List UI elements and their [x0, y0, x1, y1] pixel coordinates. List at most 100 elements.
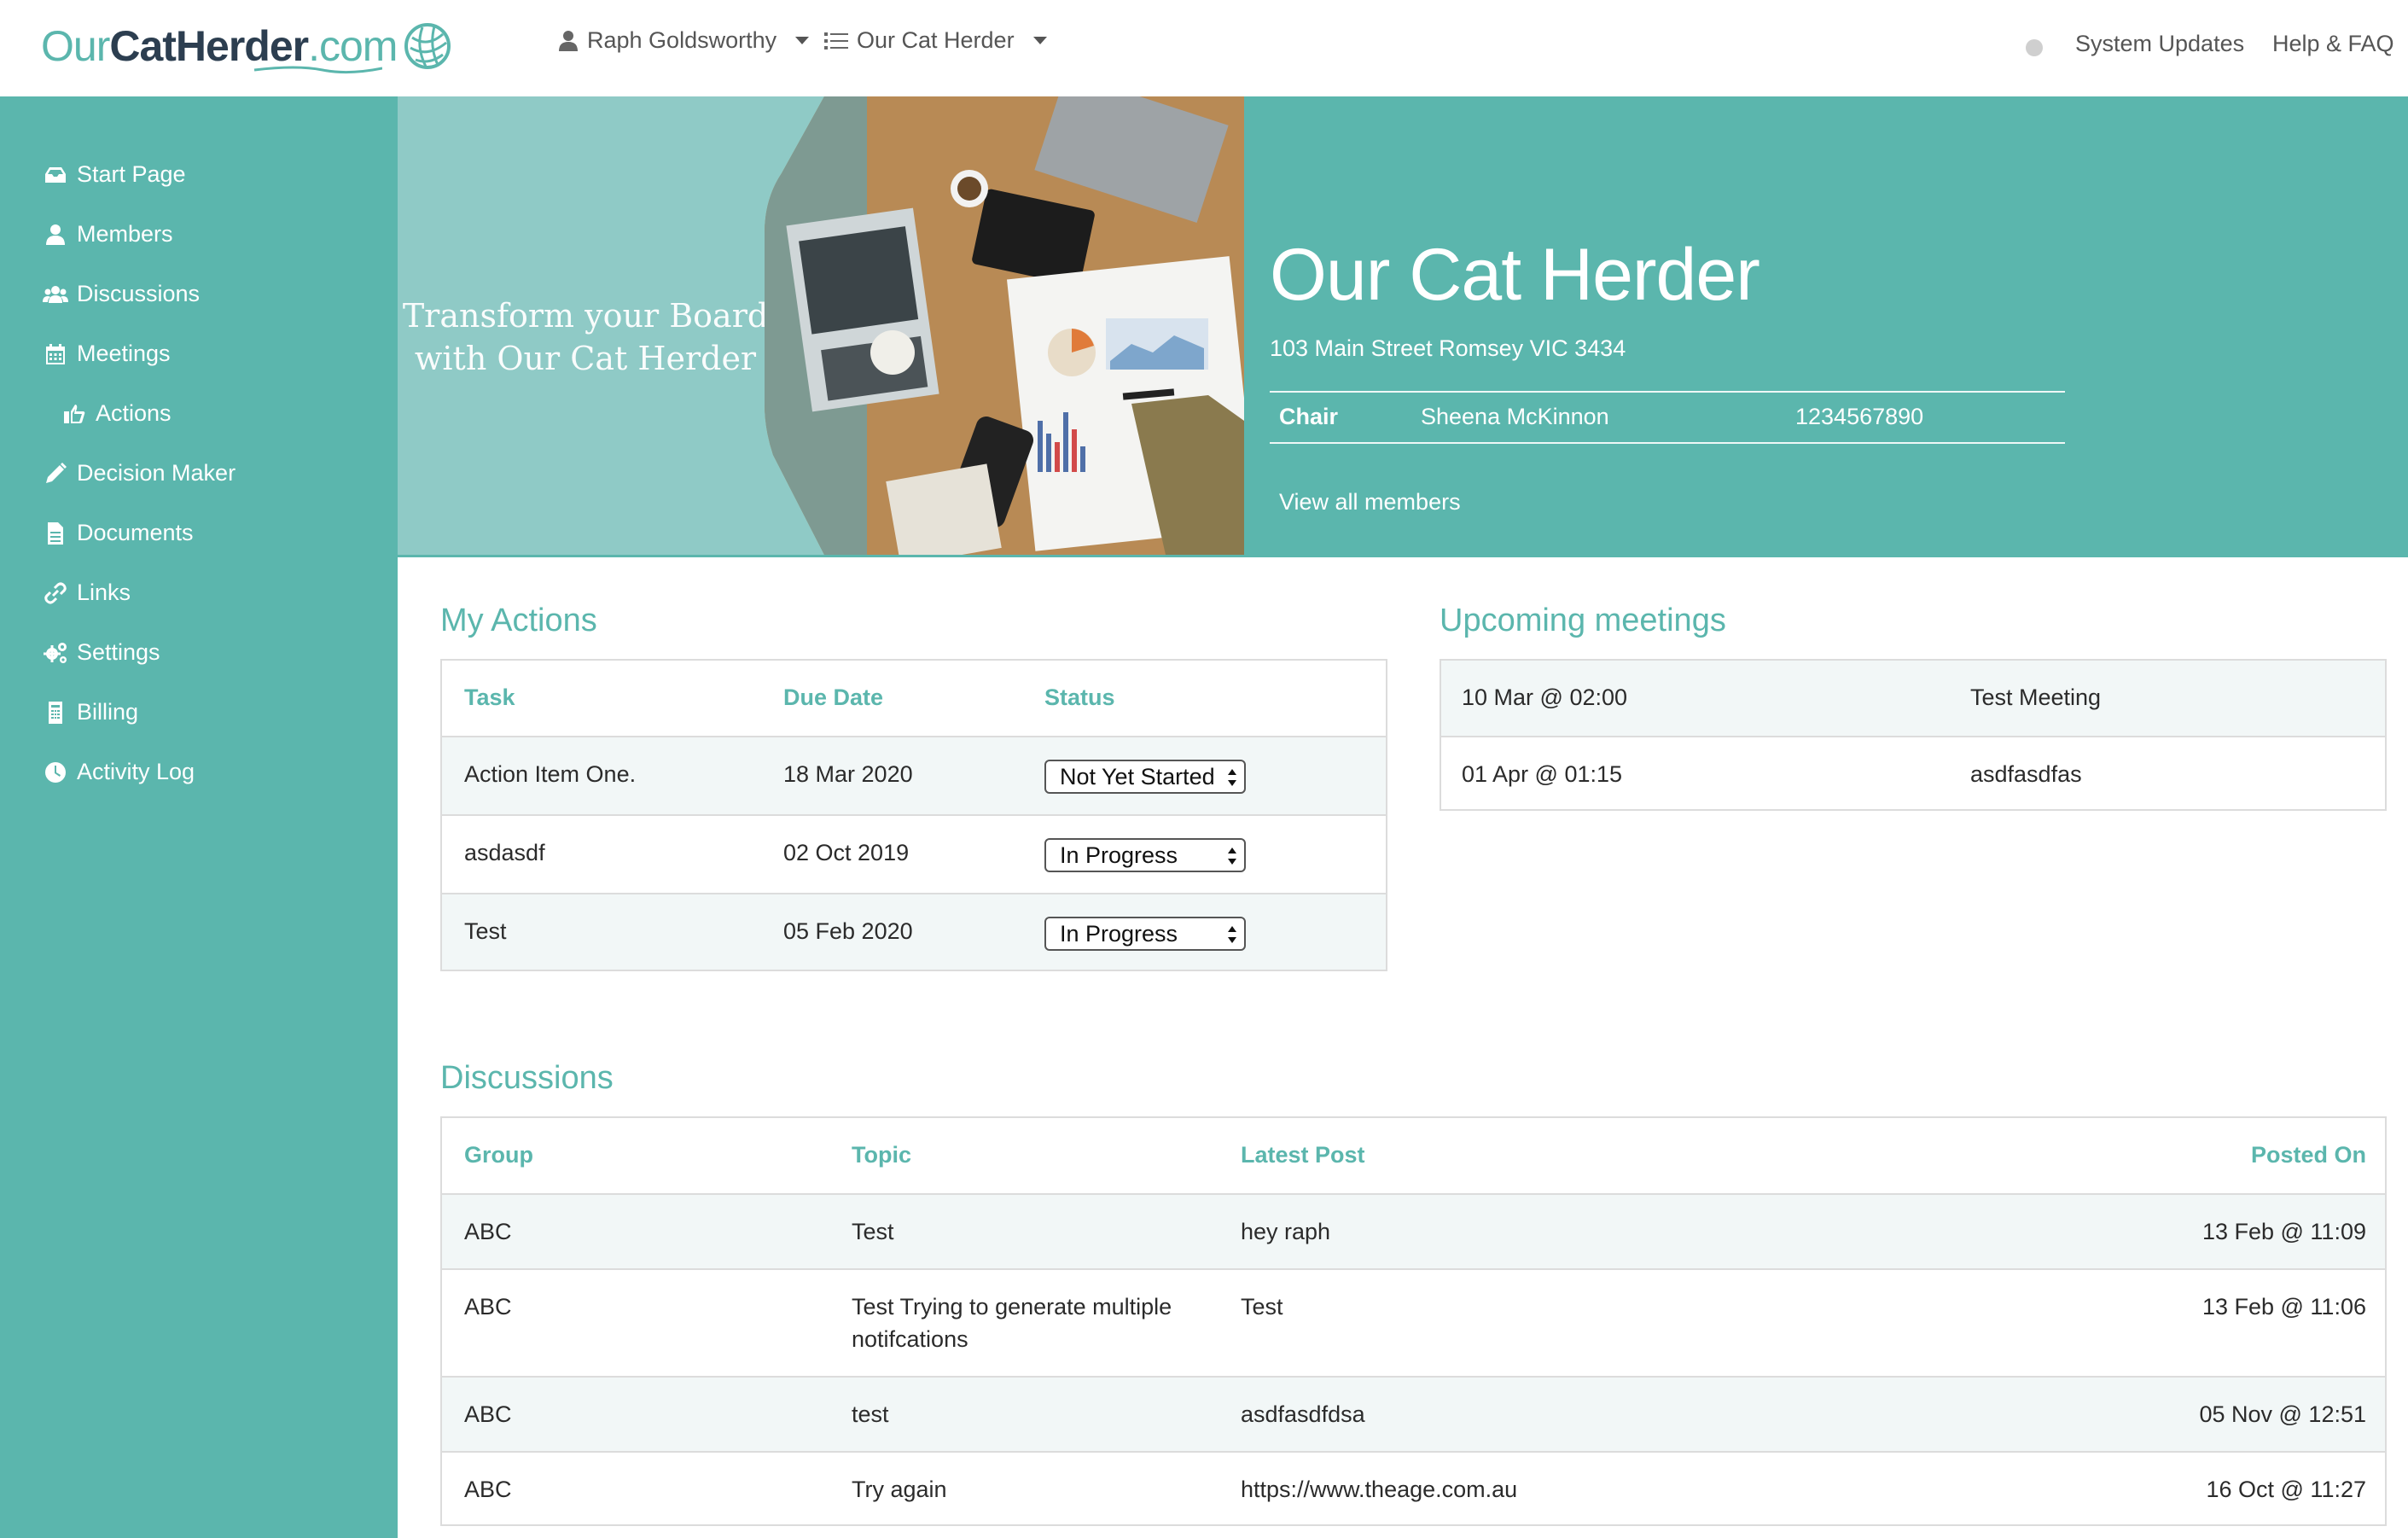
column-header-latest-post: Latest Post: [1241, 1142, 1365, 1168]
sidebar-item-activity-log[interactable]: Activity Log: [43, 759, 195, 785]
select-arrows-icon: [1228, 848, 1236, 865]
user-menu-dropdown[interactable]: Raph Goldsworthy: [558, 27, 810, 54]
discussion-topic[interactable]: Test Trying to generate multiple notifca…: [852, 1290, 1210, 1355]
sidebar-item-meetings[interactable]: Meetings: [43, 341, 171, 367]
chair-phone: 1234567890: [1795, 404, 1924, 429]
discussion-posted-on: 16 Oct @ 11:27: [2206, 1477, 2366, 1502]
top-navbar: Our CatHerder .com Raph Goldsworthy Our Ca…: [0, 0, 2408, 96]
system-updates-link[interactable]: System Updates: [2075, 31, 2244, 57]
chevron-down-icon: [795, 37, 810, 44]
sidebar: Start Page Members Discussions Meetings …: [0, 96, 398, 1538]
organisation-address: 103 Main Street Romsey VIC 3434: [1270, 335, 1626, 361]
user-icon: [46, 224, 65, 245]
yarn-ball-icon: [404, 23, 451, 69]
sidebar-item-decision-maker[interactable]: Decision Maker: [43, 460, 236, 486]
column-header-status: Status: [1044, 685, 1115, 710]
org-menu-dropdown[interactable]: Our Cat Herder: [824, 27, 1047, 54]
discussion-latest-post[interactable]: https://www.theage.com.au: [1241, 1473, 1517, 1506]
hero-tagline: Transform your Board with Our Cat Herder: [402, 297, 769, 377]
hero-banner-image: Transform your Board with Our Cat Herder: [398, 96, 1244, 555]
table-row[interactable]: 01 Apr @ 01:15 asdfasdfas: [1441, 736, 2385, 809]
discussions-table: Group Topic Latest Post Posted On ABC Te…: [440, 1116, 2387, 1526]
discussion-topic[interactable]: Test: [852, 1215, 894, 1248]
status-select-value: In Progress: [1060, 842, 1178, 868]
divider: [1270, 391, 2065, 393]
clock-icon: [45, 761, 66, 783]
sidebar-item-label: Decision Maker: [77, 460, 236, 486]
table-row[interactable]: asdasdf 02 Oct 2019 In Progress: [442, 814, 1386, 893]
table-row[interactable]: Test 05 Feb 2020 In Progress: [442, 893, 1386, 970]
discussion-topic[interactable]: Try again: [852, 1473, 947, 1506]
table-row[interactable]: ABC Test Trying to generate multiple not…: [442, 1268, 2385, 1376]
view-all-members-link[interactable]: View all members: [1279, 489, 1461, 516]
sidebar-item-label: Activity Log: [77, 759, 195, 784]
table-row[interactable]: 10 Mar @ 02:00 Test Meeting: [1441, 661, 2385, 736]
status-select-value: In Progress: [1060, 921, 1178, 947]
status-select[interactable]: Not Yet Started: [1044, 760, 1246, 794]
column-header-posted-on: Posted On: [2250, 1142, 2366, 1168]
my-actions-heading: My Actions: [440, 603, 597, 638]
sidebar-item-label: Settings: [77, 639, 160, 665]
discussion-latest-post: Test: [1241, 1294, 1283, 1320]
column-header-group: Group: [464, 1142, 533, 1168]
table-row[interactable]: ABC Test hey raph 13 Feb @ 11:09: [442, 1193, 2385, 1268]
table-row[interactable]: ABC Try again https://www.theage.com.au …: [442, 1451, 2385, 1524]
sidebar-item-label: Start Page: [77, 161, 186, 187]
status-select[interactable]: In Progress: [1044, 917, 1246, 951]
meeting-datetime: 01 Apr @ 01:15: [1462, 761, 1623, 787]
discussion-latest-post: hey raph: [1241, 1219, 1331, 1244]
sidebar-item-members[interactable]: Members: [43, 221, 173, 248]
sidebar-item-billing[interactable]: Billing: [43, 699, 138, 725]
org-menu-label: Our Cat Herder: [857, 27, 1015, 53]
sidebar-item-label: Meetings: [77, 341, 171, 366]
chevron-down-icon: [1032, 37, 1047, 44]
sidebar-item-discussions[interactable]: Discussions: [43, 281, 200, 307]
table-row[interactable]: ABC test asdfasdfdsa 05 Nov @ 12:51: [442, 1376, 2385, 1451]
sidebar-item-label: Billing: [77, 699, 139, 725]
table-row[interactable]: Action Item One. 18 Mar 2020 Not Yet Sta…: [442, 736, 1386, 814]
column-header-task: Task: [464, 685, 515, 710]
discussion-topic[interactable]: test: [852, 1398, 889, 1430]
hand-point-icon: [64, 404, 85, 423]
file-icon: [48, 521, 63, 545]
action-due-date: 02 Oct 2019: [783, 840, 910, 865]
pencil-icon: [46, 462, 67, 483]
sidebar-item-label: Links: [77, 580, 131, 605]
upcoming-meetings-table: 10 Mar @ 02:00 Test Meeting 01 Apr @ 01:…: [1440, 659, 2387, 811]
chair-label: Chair: [1279, 404, 1339, 429]
discussion-posted-on: 13 Feb @ 11:09: [2202, 1219, 2366, 1244]
discussion-posted-on: 05 Nov @ 12:51: [2199, 1401, 2366, 1427]
sidebar-item-documents[interactable]: Documents: [43, 520, 194, 546]
meeting-name[interactable]: Test Meeting: [1970, 681, 2101, 714]
sidebar-item-links[interactable]: Links: [43, 580, 131, 606]
billing-icon: [49, 701, 62, 724]
site-logo[interactable]: Our CatHerder .com: [41, 15, 451, 77]
gears-icon: [44, 642, 67, 663]
chair-name: Sheena McKinnon: [1421, 404, 1609, 429]
discussion-group: ABC: [464, 1219, 512, 1244]
help-faq-link[interactable]: Help & FAQ: [2272, 31, 2394, 57]
link-icon: [44, 582, 67, 603]
sidebar-item-start-page[interactable]: Start Page: [43, 161, 186, 188]
discussion-latest-post: asdfasdfdsa: [1241, 1401, 1365, 1427]
organisation-title: Our Cat Herder: [1270, 234, 1760, 316]
list-icon: [824, 32, 848, 50]
select-arrows-icon: [1228, 926, 1236, 943]
organisation-hero: Transform your Board with Our Cat Herder: [398, 96, 2408, 557]
calendar-icon: [46, 343, 65, 364]
upcoming-meetings-heading: Upcoming meetings: [1440, 603, 1726, 638]
meeting-datetime: 10 Mar @ 02:00: [1462, 685, 1628, 710]
inbox-icon: [45, 166, 66, 183]
users-icon: [43, 285, 68, 303]
sidebar-item-actions[interactable]: Actions: [61, 400, 172, 427]
discussion-posted-on: 13 Feb @ 11:06: [2202, 1294, 2366, 1320]
discussions-heading: Discussions: [440, 1060, 614, 1096]
action-task: asdasdf: [464, 840, 545, 865]
meeting-name[interactable]: asdfasdfas: [1970, 758, 2082, 790]
status-indicator-dot: [2026, 39, 2043, 56]
action-task: Test: [464, 918, 507, 944]
status-select[interactable]: In Progress: [1044, 838, 1246, 872]
logo-underline-swirl: [253, 66, 382, 74]
table-header-row: Group Topic Latest Post Posted On: [442, 1118, 2385, 1193]
sidebar-item-settings[interactable]: Settings: [43, 639, 160, 666]
